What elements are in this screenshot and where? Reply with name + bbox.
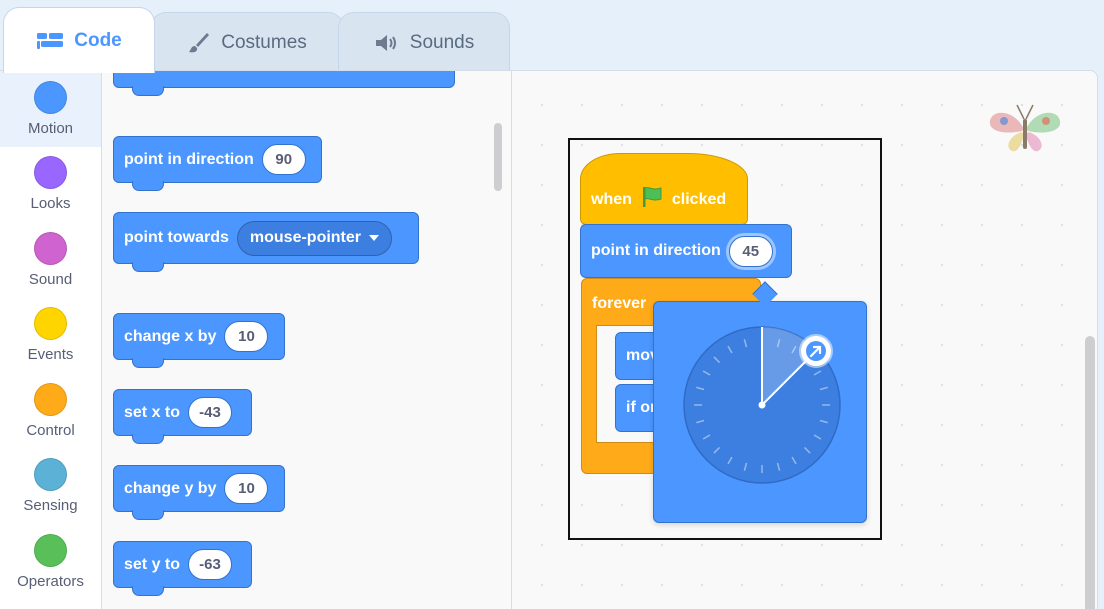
script-area-scrollbar[interactable] <box>1085 336 1095 609</box>
operators-dot-icon <box>34 533 67 567</box>
palette-block-point-towards[interactable]: point towards mouse-pointer <box>113 212 419 272</box>
brush-icon <box>187 31 211 55</box>
caret-down-icon <box>369 235 380 241</box>
direction-dial[interactable] <box>682 325 842 485</box>
hat-when-label: when <box>591 190 632 208</box>
script-block-point-in-direction[interactable]: point in direction 45 <box>580 224 792 278</box>
target-dropdown[interactable]: mouse-pointer <box>236 220 393 256</box>
speaker-icon <box>374 33 400 53</box>
tab-code[interactable]: Code <box>3 7 155 73</box>
sensing-dot-icon <box>34 458 67 492</box>
block-palette: point in direction 90 point towards mous… <box>102 70 512 609</box>
category-label: Motion <box>27 119 74 137</box>
looks-dot-icon <box>34 156 67 190</box>
green-flag-icon <box>640 185 664 214</box>
forever-label: forever <box>592 295 647 312</box>
y-change-value-field[interactable]: 10 <box>224 473 269 504</box>
block-label: change y by <box>124 479 217 497</box>
palette-scrollbar[interactable] <box>494 123 502 191</box>
category-motion[interactable]: Motion <box>0 71 101 147</box>
palette-block-point-in-direction[interactable]: point in direction 90 <box>113 136 322 191</box>
block-label: set x to <box>124 403 181 421</box>
x-value-field[interactable]: -43 <box>188 397 233 428</box>
code-icon <box>36 31 64 51</box>
direction-picker-popup[interactable] <box>653 301 867 523</box>
dial-handle[interactable] <box>799 334 833 368</box>
hat-clicked-label: clicked <box>671 190 727 208</box>
palette-block-change-x[interactable]: change x by 10 <box>113 313 285 368</box>
category-control[interactable]: Control <box>0 373 101 449</box>
tab-code-label: Code <box>74 29 122 51</box>
hat-block-content: when clicked <box>591 185 726 214</box>
tab-sounds-label: Sounds <box>409 31 475 53</box>
category-label: Sensing <box>23 497 78 515</box>
palette-block-change-y[interactable]: change y by 10 <box>113 465 285 520</box>
events-dot-icon <box>34 307 67 341</box>
tab-costumes-label: Costumes <box>221 31 307 53</box>
block-label: point towards <box>124 229 229 246</box>
category-operators[interactable]: Operators <box>0 524 101 600</box>
category-menu: Motion Looks Sound Events Control Sensin… <box>0 70 102 609</box>
block-label: point in direction <box>591 242 721 259</box>
category-events[interactable]: Events <box>0 298 101 374</box>
motion-dot-icon <box>34 80 67 114</box>
script-area[interactable]: when clicked forever move if on e point … <box>512 70 1098 609</box>
dropdown-value: mouse-pointer <box>249 229 362 246</box>
direction-value-field-active[interactable]: 45 <box>728 235 773 267</box>
category-sound[interactable]: Sound <box>0 222 101 298</box>
palette-block-set-x[interactable]: set x to -43 <box>113 389 252 444</box>
category-label: Operators <box>17 572 84 590</box>
category-label: Looks <box>30 195 71 213</box>
block-label: set y to <box>124 555 181 573</box>
palette-block-go-to-xy[interactable] <box>113 71 455 96</box>
tab-costumes[interactable]: Costumes <box>150 12 344 72</box>
block-label: point in direction <box>124 150 254 168</box>
direction-value-field[interactable]: 90 <box>261 144 306 175</box>
y-value-field[interactable]: -63 <box>188 549 233 580</box>
control-dot-icon <box>34 382 67 416</box>
sound-dot-icon <box>34 231 67 265</box>
category-label: Sound <box>28 270 73 288</box>
category-sensing[interactable]: Sensing <box>0 449 101 525</box>
palette-block-set-y[interactable]: set y to -63 <box>113 541 252 596</box>
tab-sounds[interactable]: Sounds <box>338 12 510 72</box>
category-label: Events <box>27 346 74 364</box>
x-change-value-field[interactable]: 10 <box>224 321 269 352</box>
dial-center <box>758 401 766 409</box>
block-label: change x by <box>124 327 217 345</box>
category-label: Control <box>26 421 75 439</box>
editor-tabs: Code Costumes Sounds <box>0 0 1104 73</box>
category-looks[interactable]: Looks <box>0 147 101 223</box>
butterfly-sprite-icon <box>984 99 1066 159</box>
